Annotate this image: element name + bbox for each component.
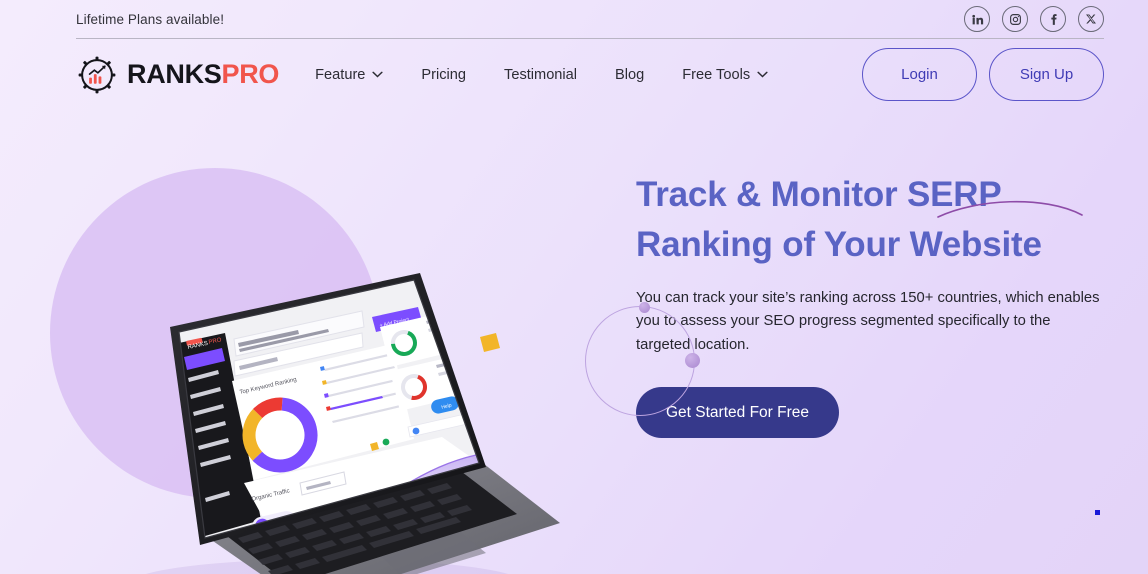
x-twitter-icon[interactable] [1078, 6, 1104, 32]
auth-buttons: Login Sign Up [862, 48, 1104, 101]
nav-item-testimonial-label: Testimonial [504, 66, 578, 83]
top-utility-bar: Lifetime Plans available! [0, 0, 1148, 38]
hero-copy: Track & Monitor SERP Ranking of Your Web… [636, 170, 1106, 439]
underline-swoosh-icon [937, 200, 1083, 218]
brand-name: RANKSPRO [127, 59, 279, 90]
facebook-icon[interactable] [1040, 6, 1066, 32]
nav-item-free-tools-label: Free Tools [682, 66, 751, 83]
instagram-icon[interactable] [1002, 6, 1028, 32]
social-links [964, 6, 1104, 32]
signup-button[interactable]: Sign Up [989, 48, 1104, 101]
nav-item-pricing[interactable]: Pricing [421, 61, 466, 89]
login-button[interactable]: Login [862, 48, 977, 101]
main-navbar: RANKSPRO Feature Pricing Testimonial Blo… [0, 39, 1148, 110]
cursor-marker [1095, 510, 1100, 515]
nav-item-feature[interactable]: Feature [315, 61, 383, 89]
svg-text:Export Data: Export Data [435, 306, 462, 317]
hero-paragraph: You can track your site’s ranking across… [636, 290, 1100, 353]
orbit-dot-large [685, 353, 700, 368]
brand-name-primary: RANKS [127, 59, 222, 89]
chevron-down-icon [372, 71, 383, 78]
brand-name-accent: PRO [221, 59, 280, 89]
chevron-down-icon [757, 71, 768, 78]
nav-links: Feature Pricing Testimonial Blog Free To… [315, 61, 768, 89]
nav-item-free-tools[interactable]: Free Tools [682, 61, 768, 89]
nav-item-blog[interactable]: Blog [615, 61, 644, 89]
nav-item-pricing-label: Pricing [421, 66, 467, 83]
page-title: Track & Monitor SERP Ranking of Your Web… [636, 170, 1106, 270]
nav-item-blog-label: Blog [615, 66, 645, 83]
gear-chart-logo-icon [78, 56, 116, 93]
orbit-decoration [585, 302, 700, 416]
promo-text: Lifetime Plans available! [76, 11, 225, 27]
brand-logo[interactable]: RANKSPRO [76, 54, 279, 96]
laptop-mockup-illustration: RANKS PRO + Add Project Export Data Top … [145, 273, 560, 574]
headline-line-2: Ranking of Your Website [636, 225, 1042, 265]
nav-item-feature-label: Feature [315, 66, 366, 83]
hero-section: RANKS PRO + Add Project Export Data Top … [0, 110, 1148, 574]
nav-item-testimonial[interactable]: Testimonial [504, 61, 577, 89]
linkedin-icon[interactable] [964, 6, 990, 32]
orbit-dot-small [639, 302, 650, 313]
